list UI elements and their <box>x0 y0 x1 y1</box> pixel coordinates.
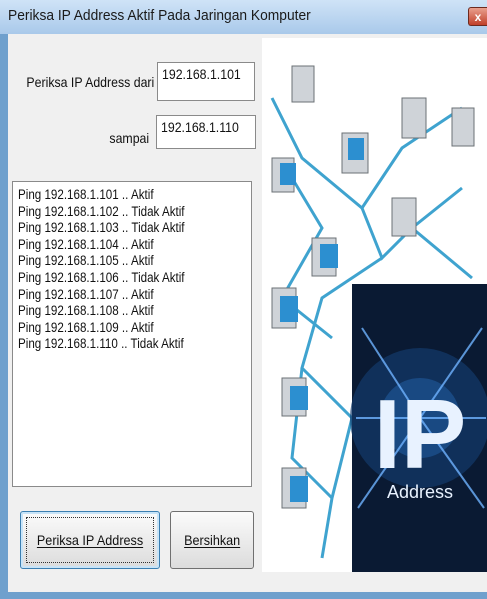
ping-result-item[interactable]: Ping 192.168.1.109 .. Aktif <box>18 320 214 337</box>
ping-result-item[interactable]: Ping 192.168.1.103 .. Tidak Aktif <box>18 220 214 237</box>
window-title: Periksa IP Address Aktif Pada Jaringan K… <box>8 7 311 24</box>
network-diagram-image: IP Address <box>270 65 487 572</box>
network-illustration: IP Address <box>262 38 487 572</box>
window-bottom-border <box>0 592 487 599</box>
close-button[interactable]: x <box>468 7 487 26</box>
title-bar[interactable]: Periksa IP Address Aktif Pada Jaringan K… <box>0 0 487 34</box>
ping-result-item[interactable]: Ping 192.168.1.107 .. Aktif <box>18 287 214 304</box>
to-label: sampai <box>109 130 149 146</box>
address-logo-text: Address <box>387 482 453 502</box>
ping-result-item[interactable]: Ping 192.168.1.104 .. Aktif <box>18 237 214 254</box>
ping-result-item[interactable]: Ping 192.168.1.106 .. Tidak Aktif <box>18 270 214 287</box>
to-ip-input[interactable]: 192.168.1.110 <box>156 115 256 149</box>
ping-result-item[interactable]: Ping 192.168.1.105 .. Aktif <box>18 253 214 270</box>
app-window: Periksa IP Address Aktif Pada Jaringan K… <box>0 0 487 599</box>
ping-results-list[interactable]: Ping 192.168.1.101 .. Aktif Ping 192.168.… <box>12 181 252 487</box>
ip-logo-text: IP <box>374 379 467 489</box>
check-ip-button[interactable]: Periksa IP Address <box>20 511 160 569</box>
clear-button[interactable]: Bersihkan <box>170 511 254 569</box>
client-area: Periksa IP Address dari 192.168.1.101 sa… <box>8 34 487 592</box>
ping-result-item[interactable]: Ping 192.168.1.108 .. Aktif <box>18 303 214 320</box>
ping-result-item[interactable]: Ping 192.168.1.101 .. Aktif <box>18 187 214 204</box>
ping-result-item[interactable]: Ping 192.168.1.110 .. Tidak Aktif <box>18 336 214 353</box>
from-label: Periksa IP Address dari <box>26 74 154 90</box>
from-ip-input[interactable]: 192.168.1.101 <box>157 62 255 101</box>
ping-result-item[interactable]: Ping 192.168.1.102 .. Tidak Aktif <box>18 204 214 221</box>
